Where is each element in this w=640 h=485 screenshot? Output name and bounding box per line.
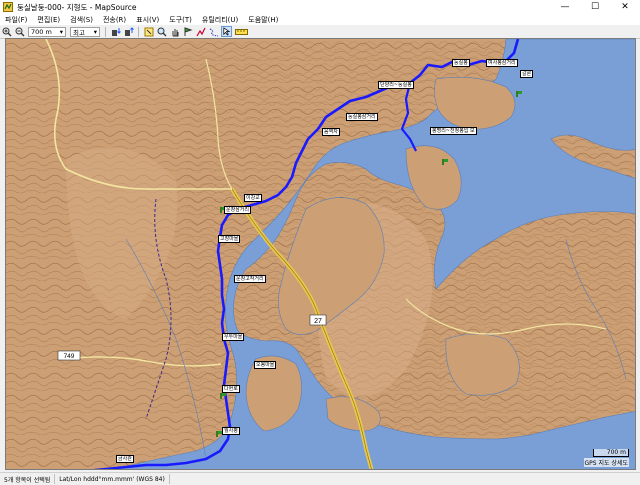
hand-tool-icon[interactable] [169,26,180,37]
selection-tool-icon[interactable] [143,26,154,37]
map-label: 여사봉삼거리 [486,59,518,67]
title-bar: 둥실날둥-000- 지형도 - MapSource — ☐ ✕ [0,0,640,14]
map-label: 오봉마을 [254,361,277,369]
minimize-button[interactable]: — [550,0,580,14]
maximize-icon: ☐ [590,2,600,12]
close-button[interactable]: ✕ [610,0,640,14]
map-label: 둥실봉삼거리 [346,113,378,121]
status-bar: 5개 항목이 선택됨 Lat/Lon hddd°mm.mmm' (WGS 84) [0,472,640,485]
zoom-in-icon[interactable] [1,26,12,37]
device-send-icon[interactable] [123,26,134,37]
map-label: 이강교 [244,194,262,202]
svg-text:749: 749 [64,353,75,360]
menu-utilities[interactable]: 유틸리티(U) [197,15,243,25]
maximize-button[interactable]: ☐ [580,0,610,14]
map-label: 둥실봉 [452,59,470,67]
zoom-tool-icon[interactable] [156,26,167,37]
menu-edit[interactable]: 편집(E) [32,15,65,25]
coordinate-format: Lat/Lon hddd°mm.mmm' (WGS 84) [55,474,170,484]
menu-transfer[interactable]: 전송(R) [98,15,131,25]
menu-search[interactable]: 검색(S) [65,15,98,25]
selection-status: 5개 항목이 선택됨 [0,474,56,484]
map-label: 운창삼거리 [224,206,252,214]
chevron-down-icon: ▾ [93,27,97,36]
chevron-down-icon: ▾ [59,27,63,36]
map-label: 금사관 [116,455,134,463]
map-label: 봉명리~천청봉입 보 [430,127,477,135]
menu-file[interactable]: 파일(F) [0,15,32,25]
map-scale: 700 m [593,449,629,457]
menu-view[interactable]: 표시(V) [131,15,164,25]
minimize-icon: — [560,2,570,12]
toolbar-separator [138,26,139,37]
svg-text:27: 27 [314,318,322,325]
road-shield-27: 27 [309,314,327,326]
window-title: 둥실날둥-000- 지형도 - MapSource [17,2,137,12]
mapsource-app-icon [3,2,13,12]
device-receive-icon[interactable] [110,26,121,37]
waypoint-tool-icon[interactable] [182,26,193,37]
track-tool-icon[interactable] [208,26,219,37]
topographic-map: 27 749 [6,39,635,469]
map-label: 고장마을 [218,235,241,243]
zoom-level-value: 700 m [31,27,52,36]
detail-level-select[interactable]: 최고 ▾ [70,26,100,37]
map-label: 음역자 [322,128,340,136]
toolbar: 700 m ▾ 최고 ▾ [0,25,640,39]
menu-help[interactable]: 도움말(H) [243,15,283,25]
detail-level-value: 최고 [73,28,85,37]
menu-bar: 파일(F) 편집(E) 검색(S) 전송(R) 표시(V) 도구(T) 유틸리티… [0,14,640,25]
measure-tool-icon[interactable] [234,26,248,37]
map-label: 우두마을 [222,333,245,341]
toolbar-separator [105,26,106,37]
zoom-out-icon[interactable] [14,26,25,37]
map-credit: GPS 지도 상세도 [583,458,629,467]
pointer-tool-icon[interactable] [221,26,232,37]
route-tool-icon[interactable] [195,26,206,37]
map-label: 다현로 [222,385,240,393]
menu-tools[interactable]: 도구(T) [164,15,197,25]
road-shield-749: 749 [57,350,81,361]
map-label: 운창고작거리 [234,275,266,283]
zoom-level-select[interactable]: 700 m ▾ [28,26,66,37]
map-label: 단양리~둥실봉 [378,81,414,89]
map-label: 갈론 [520,70,534,78]
map-view[interactable]: 27 749 여사봉삼거리 갈론 단양리~둥실봉 둥실봉삼거리 음역자 둥실봉 … [5,38,636,470]
close-icon: ✕ [621,2,629,12]
map-label: 월사평 [222,427,240,435]
